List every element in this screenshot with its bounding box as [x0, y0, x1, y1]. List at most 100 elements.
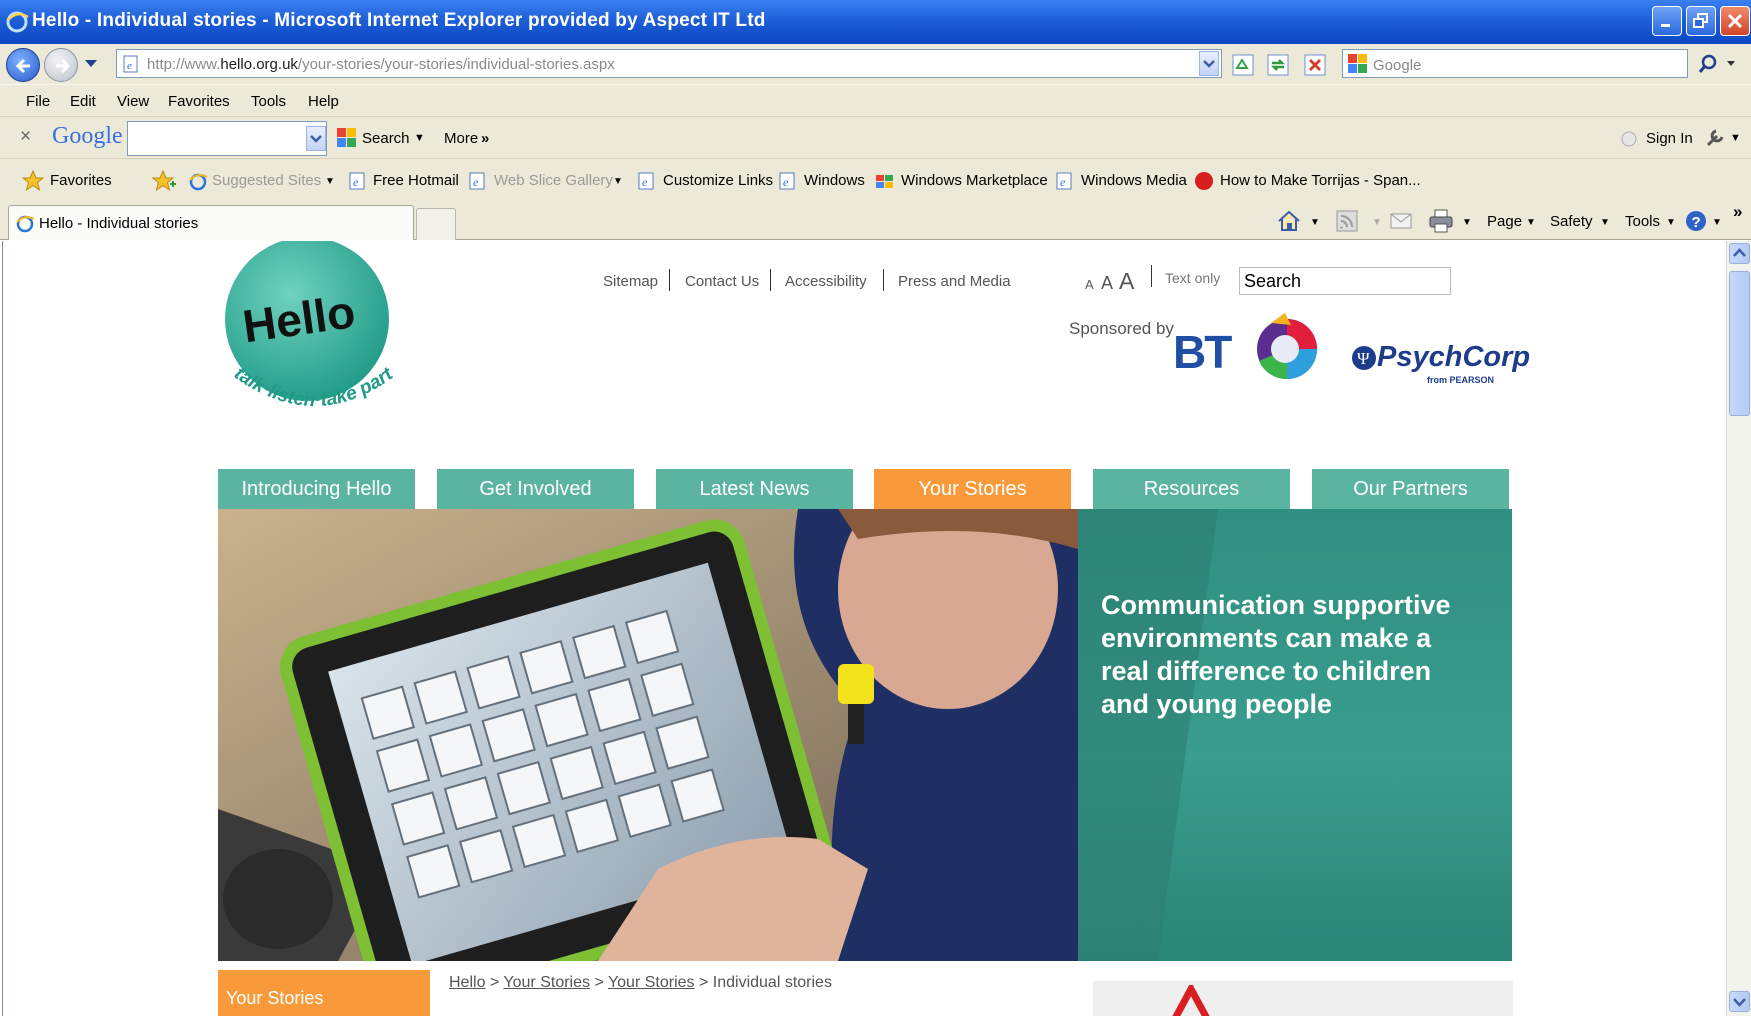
web-slice-gallery-icon: e	[469, 172, 485, 190]
vertical-scrollbar[interactable]	[1726, 241, 1751, 1016]
text-size-medium[interactable]: A	[1101, 273, 1113, 294]
breadcrumb-your-stories-2[interactable]: Your Stories	[608, 974, 695, 991]
google-search-icon[interactable]	[336, 127, 358, 149]
menu-file[interactable]: File	[26, 93, 50, 110]
refresh-icon[interactable]	[1265, 52, 1291, 78]
menu-tools[interactable]: Tools	[251, 93, 286, 110]
sitemap-link[interactable]: Sitemap	[603, 273, 658, 290]
nav-our-partners[interactable]: Our Partners	[1312, 469, 1509, 509]
mail-icon[interactable]	[1390, 211, 1412, 231]
forward-button[interactable]	[44, 48, 78, 82]
favorite-web-slice-gallery[interactable]: Web Slice Gallery	[494, 172, 613, 189]
window-title-bar[interactable]: Hello - Individual stories - Microsoft I…	[0, 0, 1751, 44]
home-icon[interactable]	[1276, 208, 1302, 234]
wrench-icon[interactable]	[1704, 127, 1726, 149]
tools-dropdown-icon[interactable]: ▼	[1666, 217, 1676, 228]
breadcrumb-hello[interactable]: Hello	[449, 974, 485, 991]
home-dropdown-icon[interactable]: ▼	[1310, 217, 1320, 228]
more-button[interactable]: More	[444, 130, 478, 147]
chevron-down-icon	[310, 135, 322, 143]
overflow-chevron-icon[interactable]: »	[1733, 202, 1742, 222]
close-toolbar-icon[interactable]: ×	[20, 126, 31, 148]
bt-globe-icon[interactable]	[1251, 309, 1327, 385]
address-dropdown-button[interactable]	[1199, 51, 1219, 76]
text-only-link[interactable]: Text only	[1165, 270, 1220, 286]
accessibility-link[interactable]: Accessibility	[785, 273, 867, 290]
help-icon[interactable]: ?	[1684, 209, 1708, 233]
favorite-windows-marketplace[interactable]: Windows Marketplace	[901, 172, 1048, 189]
print-icon[interactable]	[1428, 208, 1454, 234]
google-search-dropdown[interactable]	[306, 126, 326, 151]
page-menu[interactable]: Page	[1487, 213, 1522, 230]
favorite-windows[interactable]: Windows	[804, 172, 865, 189]
stop-icon[interactable]	[1302, 52, 1328, 78]
hello-logo[interactable]: Hello talk·listen·take part	[215, 241, 415, 431]
search-dropdown-icon[interactable]: ▼	[414, 132, 425, 144]
search-engine-box[interactable]: Google	[1342, 49, 1688, 78]
close-button[interactable]	[1720, 6, 1750, 36]
favorite-free-hotmail[interactable]: Free Hotmail	[373, 172, 459, 189]
menu-favorites[interactable]: Favorites	[168, 93, 230, 110]
favorites-button[interactable]: Favorites	[50, 172, 112, 189]
print-dropdown-icon[interactable]: ▼	[1462, 217, 1472, 228]
favorite-suggested-sites[interactable]: Suggested Sites	[212, 172, 321, 189]
nav-latest-news[interactable]: Latest News	[656, 469, 853, 509]
google-logo: Google	[52, 123, 123, 149]
favorites-bar: Favorites Suggested Sites ▼ e Free Hotma…	[0, 158, 1751, 202]
restore-button[interactable]	[1686, 6, 1716, 36]
help-dropdown-icon[interactable]: ▼	[1712, 217, 1722, 228]
favorite-windows-media[interactable]: Windows Media	[1081, 172, 1187, 189]
nav-get-involved[interactable]: Get Involved	[437, 469, 634, 509]
breadcrumb-your-stories[interactable]: Your Stories	[503, 974, 590, 991]
tab-hello-individual-stories[interactable]: Hello - Individual stories	[8, 205, 414, 240]
minimize-button[interactable]	[1652, 6, 1682, 36]
psychcorp-logo-text[interactable]: PsychCorp	[1377, 341, 1530, 374]
address-url[interactable]: http://www.hello.org.uk/your-stories/you…	[147, 56, 615, 73]
address-bar[interactable]: e http://www.hello.org.uk/your-stories/y…	[116, 49, 1222, 78]
page-dropdown-icon[interactable]: ▼	[1526, 217, 1536, 228]
nav-resources[interactable]: Resources	[1093, 469, 1290, 509]
suggested-sites-dropdown-icon[interactable]: ▼	[325, 176, 335, 187]
web-slice-dropdown-icon[interactable]: ▼	[613, 176, 623, 187]
new-tab-button[interactable]	[416, 208, 456, 240]
tools-menu[interactable]: Tools	[1625, 213, 1660, 230]
text-size-small[interactable]: A	[1085, 277, 1094, 292]
search-options-dropdown-icon[interactable]	[1726, 60, 1736, 68]
add-to-favorites-icon[interactable]	[152, 170, 176, 192]
safety-menu[interactable]: Safety	[1550, 213, 1593, 230]
recent-pages-dropdown-icon[interactable]	[84, 59, 98, 69]
menu-help[interactable]: Help	[308, 93, 339, 110]
nav-introducing-hello[interactable]: Introducing Hello	[218, 469, 415, 509]
scroll-down-button[interactable]	[1729, 991, 1750, 1012]
google-search-input[interactable]	[127, 121, 327, 156]
feeds-icon[interactable]	[1336, 210, 1358, 232]
back-button[interactable]	[6, 48, 40, 82]
compatibility-view-icon[interactable]	[1230, 52, 1256, 78]
scroll-down-arrow-icon	[1733, 998, 1746, 1007]
scroll-thumb[interactable]	[1729, 271, 1750, 416]
double-chevron-icon[interactable]: »	[481, 130, 489, 147]
press-and-media-link[interactable]: Press and Media	[898, 273, 1011, 290]
safety-dropdown-icon[interactable]: ▼	[1600, 217, 1610, 228]
site-search-input[interactable]	[1239, 267, 1451, 295]
svg-text:e: e	[127, 60, 132, 72]
menu-edit[interactable]: Edit	[70, 93, 96, 110]
side-nav-your-stories[interactable]: Your Stories	[218, 970, 430, 1016]
sign-in-button[interactable]: Sign In	[1646, 130, 1693, 147]
scroll-up-button[interactable]	[1729, 243, 1750, 264]
nav-your-stories[interactable]: Your Stories	[874, 469, 1071, 509]
menu-view[interactable]: View	[117, 93, 149, 110]
restore-icon	[1693, 13, 1708, 28]
favorite-customize-links[interactable]: Customize Links	[663, 172, 773, 189]
search-magnifier-icon[interactable]	[1696, 53, 1722, 77]
suggested-sites-icon	[189, 173, 208, 191]
settings-dropdown-icon[interactable]: ▼	[1730, 132, 1741, 144]
text-size-large[interactable]: A	[1119, 268, 1134, 295]
bt-logo-text[interactable]: BT	[1173, 325, 1232, 379]
warning-triangle-icon	[1172, 985, 1210, 1016]
google-toolbar: × Google Search ▼ More » Sign In ▼	[0, 116, 1751, 158]
favorite-how-to-make-torrijas[interactable]: How to Make Torrijas - Span...	[1220, 172, 1421, 189]
feeds-dropdown-icon[interactable]: ▼	[1372, 217, 1382, 228]
google-search-button[interactable]: Search	[362, 130, 410, 147]
contact-us-link[interactable]: Contact Us	[685, 273, 759, 290]
